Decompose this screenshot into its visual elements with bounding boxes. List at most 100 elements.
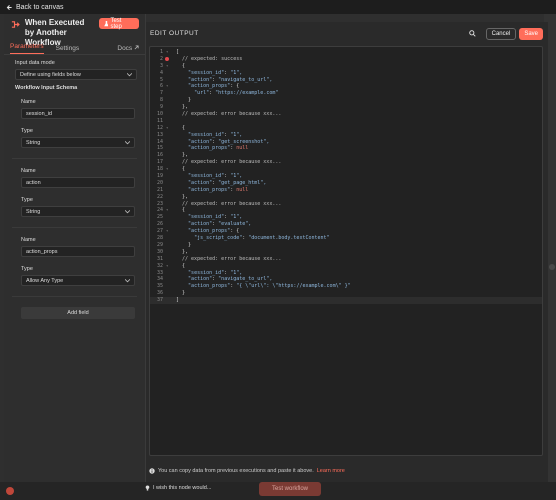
add-field-button[interactable]: Add field [21,307,135,319]
code-line[interactable]: 23 // expected: error because xxx... [150,201,542,208]
code-text: } [176,241,192,248]
code-line[interactable]: 18 ▾ { [150,166,542,173]
line-number: 32 [156,262,163,269]
code-text: "session_id": "1", [188,269,243,276]
code-line[interactable]: 17 // expected: error because xxx... [150,159,542,166]
code-line[interactable]: 31 // expected: error because xxx... [150,256,542,263]
fold-toggle-icon[interactable]: ▾ [166,83,168,90]
field-type-select[interactable]: String [21,137,135,148]
learn-more-link[interactable]: Learn more [317,468,345,474]
field-type-value: Allow Any Type [26,277,64,284]
code-line[interactable]: 7 "url": "https://example.com" [150,90,542,97]
code-line[interactable]: 34 "action": "navigate_to_url", [150,276,542,283]
code-text: { [176,62,186,69]
code-line[interactable]: 26 "action": "evaluate", [150,221,542,228]
top-bar: Back to canvas [0,0,556,14]
code-line[interactable]: 32 ▾ { [150,263,542,270]
code-line[interactable]: 29 } [150,242,542,249]
line-number: 3 [159,62,163,69]
code-text: { [176,166,186,173]
canvas-node-indicator [6,487,14,495]
code-text: } [176,290,186,297]
field-name-input[interactable]: action_props [21,246,135,257]
code-line[interactable]: 12 ▾ { [150,125,542,132]
code-line[interactable]: 36 } [150,290,542,297]
test-step-button[interactable]: Test step [98,18,139,30]
code-text: "session_id": "1", [188,214,243,221]
code-text: // expected: error because xxx... [176,255,282,262]
test-workflow-button[interactable]: Test workflow [259,482,321,496]
code-line[interactable]: 9 }, [150,104,542,111]
code-line[interactable]: 20 "action": "get_page_html", [150,180,542,187]
search-icon[interactable] [468,30,476,37]
code-line[interactable]: 10 // expected: error because xxx... [150,111,542,118]
tab-settings[interactable]: Settings [56,45,80,52]
fold-toggle-icon[interactable]: ▾ [166,125,168,132]
fold-toggle-icon[interactable]: ▾ [166,207,168,214]
cancel-button[interactable]: Cancel [485,27,517,40]
field-type-select[interactable]: String [21,206,135,217]
edit-output-title: EDIT OUTPUT [150,30,199,37]
code-text: "action": "get_page_html", [188,179,267,186]
code-line[interactable]: 11 [150,118,542,125]
field-type-label: Type [21,197,33,203]
canvas-scroll-handle[interactable] [549,264,555,270]
code-text: "action_props": { [188,228,240,235]
code-line[interactable]: 21 "action_props": null [150,187,542,194]
code-editor[interactable]: 1 ▾[2 // expected: success 3 ▾ {4 "session_… [149,46,543,456]
line-number: 2 [159,55,163,62]
node-header: When Executed by Another Workflow Test s… [4,14,145,47]
fold-toggle-icon[interactable]: ▾ [166,49,168,56]
fold-toggle-icon[interactable]: ▾ [166,228,168,235]
code-text: "action": "evaluate", [188,221,252,228]
tab-docs[interactable]: Docs [117,45,139,52]
code-line[interactable]: 16 }, [150,152,542,159]
code-line[interactable]: 15 "action_props": null [150,145,542,152]
code-text: // expected: error because xxx... [176,200,282,207]
code-text: "action": "navigate_to_url", [188,276,273,283]
code-line[interactable]: 19 "session_id": "1", [150,173,542,180]
code-line[interactable]: 5 "action": "navigate_to_url", [150,77,542,84]
code-line[interactable]: 30 }, [150,249,542,256]
feedback-text: I wish this node would... [153,485,212,491]
code-line[interactable]: 4 "session_id": "1", [150,70,542,77]
line-number: 28 [156,235,163,242]
back-to-canvas-button[interactable]: Back to canvas [6,4,63,11]
code-text: "session_id": "1", [188,131,243,138]
tab-parameters[interactable]: Parameters [10,43,44,54]
code-line[interactable]: 13 "session_id": "1", [150,132,542,139]
input-mode-select[interactable]: Define using fields below [15,69,137,80]
code-line[interactable]: 28 "js_script_code": "document.body.text… [150,235,542,242]
code-line[interactable]: 24 ▾ { [150,207,542,214]
field-name-label: Name [21,237,36,243]
code-line[interactable]: 14 "action": "get_screenshot", [150,139,542,146]
code-line[interactable]: 37] [150,297,542,304]
code-line[interactable]: 35 "action_props": "{ \"url\": \"https:/… [150,283,542,290]
code-text: "action_props": null [188,145,249,152]
code-line[interactable]: 27 ▾ "action_props": { [150,228,542,235]
code-line[interactable]: 1 ▾ [ [150,49,542,56]
fold-toggle-icon[interactable]: ▾ [166,166,168,173]
code-line[interactable]: 6 ▾ "action_props": { [150,83,542,90]
edit-output-panel: EDIT OUTPUT Cancel Save 1 ▾[2 // expected… [146,22,548,482]
save-button[interactable]: Save [519,27,543,40]
code-text: "js_script_code": "document.body.textCon… [194,235,330,242]
field-name-input[interactable]: action [21,177,135,188]
code-text: { [176,207,186,214]
line-number: 12 [156,124,163,131]
code-line[interactable]: 25 "session_id": "1", [150,214,542,221]
code-line[interactable]: 2 // expected: success [150,56,542,63]
field-name-input[interactable]: session_id [21,108,135,119]
feedback-prompt[interactable]: I wish this node would... [145,485,211,491]
line-number: 22 [156,193,163,200]
code-line[interactable]: 3 ▾ { [150,63,542,70]
fold-toggle-icon[interactable]: ▾ [166,263,168,270]
code-line[interactable]: 22 }, [150,194,542,201]
field-name-label: Name [21,99,36,105]
code-line[interactable]: 33 "session_id": "1", [150,270,542,277]
code-line[interactable]: 8 } [150,97,542,104]
fold-toggle-icon[interactable]: ▾ [166,63,168,70]
code-text: [ [176,49,180,55]
field-divider [12,296,137,297]
field-type-select[interactable]: Allow Any Type [21,275,135,286]
